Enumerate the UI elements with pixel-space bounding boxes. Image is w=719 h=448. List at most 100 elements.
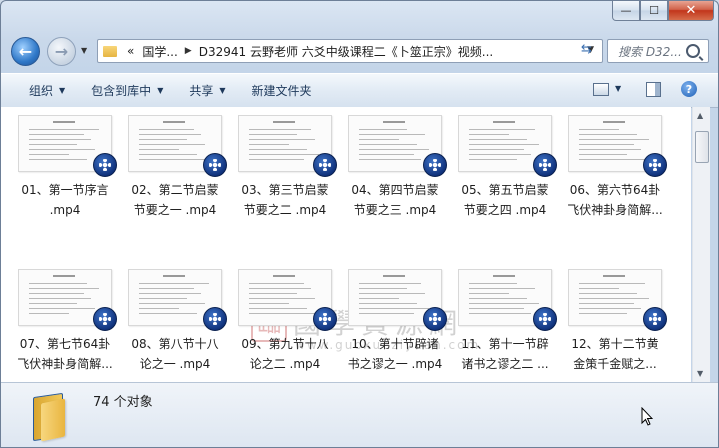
file-item[interactable]: 10、第十节辟诸 书之谬之一 .mp4: [345, 269, 447, 374]
media-player-icon: [643, 307, 667, 331]
file-name-line: 11、第十一节辟: [461, 337, 549, 351]
folder-icon: [31, 391, 75, 442]
video-thumbnail: [128, 269, 227, 331]
file-name-line: 诸书之谬之二 ...: [461, 357, 549, 371]
file-item[interactable]: 11、第十一节辟 诸书之谬之二 ...: [455, 269, 557, 374]
file-item[interactable]: 08、第八节十八 论之一 .mp4: [125, 269, 227, 374]
file-name: 05、第五节启蒙 节要之四 .mp4: [450, 180, 560, 220]
explorer-window: — ☐ ✕ ← → ▼ « 国学... ▶ D32941 云野老师 六爻中级课程…: [0, 0, 719, 448]
caption-buttons: — ☐ ✕: [612, 1, 714, 21]
breadcrumb-separator-icon[interactable]: ▶: [185, 46, 192, 56]
back-button[interactable]: ←: [11, 37, 40, 66]
minimize-button[interactable]: —: [612, 1, 640, 21]
include-library-menu[interactable]: 包含到库中 ▼: [91, 82, 163, 99]
video-thumbnail: [128, 115, 227, 177]
file-item[interactable]: 01、第一节序言 .mp4: [15, 115, 117, 220]
include-library-label: 包含到库中: [91, 84, 152, 98]
search-icon[interactable]: [686, 44, 700, 58]
file-name-line: 节要之三 .mp4: [353, 203, 437, 217]
video-thumbnail: [18, 115, 117, 177]
file-name: 11、第十一节辟 诸书之谬之二 ...: [450, 334, 560, 374]
new-folder-button[interactable]: 新建文件夹: [252, 82, 312, 99]
file-name: 06、第六节64卦 飞伏神卦身简解...: [560, 180, 670, 220]
close-button[interactable]: ✕: [668, 1, 714, 21]
media-player-icon: [533, 307, 557, 331]
file-item[interactable]: 09、第九节十八 论之二 .mp4: [235, 269, 337, 374]
file-name-line: 09、第九节十八: [241, 337, 329, 351]
media-player-icon: [203, 307, 227, 331]
file-item[interactable]: 12、第十二节黄 金策千金赋之...: [565, 269, 667, 374]
file-name-line: 12、第十二节黄: [571, 337, 659, 351]
media-player-icon: [423, 153, 447, 177]
forward-button[interactable]: →: [47, 37, 76, 66]
maximize-button[interactable]: ☐: [640, 1, 668, 21]
refresh-icon[interactable]: ⇆: [581, 42, 592, 57]
video-thumbnail: [238, 115, 337, 177]
file-item[interactable]: 07、第七节64卦 飞伏神卦身简解...: [15, 269, 117, 374]
file-item[interactable]: 04、第四节启蒙 节要之三 .mp4: [345, 115, 447, 220]
file-name-line: 论之一 .mp4: [139, 357, 211, 371]
file-name-line: 金策千金赋之...: [573, 357, 657, 371]
media-player-icon: [423, 307, 447, 331]
change-view-icon[interactable]: [593, 83, 609, 96]
media-player-icon: [203, 153, 227, 177]
chevron-down-icon: ▼: [157, 86, 164, 95]
breadcrumb-overflow[interactable]: «: [127, 44, 134, 58]
file-item[interactable]: 06、第六节64卦 飞伏神卦身简解...: [565, 115, 667, 220]
folder-icon: [103, 45, 117, 57]
organize-menu[interactable]: 组织 ▼: [29, 82, 65, 99]
view-options-dropdown-icon[interactable]: ▼: [615, 84, 621, 93]
media-player-icon: [533, 153, 557, 177]
file-name: 03、第三节启蒙 节要之二 .mp4: [230, 180, 340, 220]
preview-pane-icon[interactable]: [646, 82, 661, 97]
scroll-up-icon[interactable]: ▲: [697, 111, 703, 120]
file-name-line: 04、第四节启蒙: [351, 183, 439, 197]
help-icon[interactable]: ?: [681, 81, 697, 97]
file-name-line: 飞伏神卦身简解...: [17, 357, 113, 371]
file-name-line: .mp4: [49, 203, 81, 217]
video-thumbnail: [348, 269, 447, 331]
search-input[interactable]: 搜索 D32...: [607, 39, 709, 63]
video-thumbnail: [458, 115, 557, 177]
file-name: 09、第九节十八 论之二 .mp4: [230, 334, 340, 374]
file-name-line: 书之谬之一 .mp4: [347, 357, 443, 371]
video-thumbnail: [568, 269, 667, 331]
file-name-line: 10、第十节辟诸: [351, 337, 439, 351]
scroll-thumb[interactable]: [695, 131, 709, 163]
file-name-line: 07、第七节64卦: [19, 337, 111, 351]
share-menu[interactable]: 共享 ▼: [189, 82, 225, 99]
file-name: 04、第四节启蒙 节要之三 .mp4: [340, 180, 450, 220]
media-player-icon: [313, 307, 337, 331]
file-name-line: 节要之四 .mp4: [463, 203, 547, 217]
file-name-line: 02、第二节启蒙: [131, 183, 219, 197]
file-name-line: 论之二 .mp4: [249, 357, 321, 371]
new-folder-label: 新建文件夹: [251, 84, 312, 98]
file-name: 12、第十二节黄 金策千金赋之...: [560, 334, 670, 374]
media-player-icon: [313, 153, 337, 177]
media-player-icon: [643, 153, 667, 177]
file-item[interactable]: 03、第三节启蒙 节要之二 .mp4: [235, 115, 337, 220]
file-item[interactable]: 02、第二节启蒙 节要之一 .mp4: [125, 115, 227, 220]
video-thumbnail: [348, 115, 447, 177]
vertical-scrollbar[interactable]: ▲ ▼: [692, 107, 710, 382]
scroll-down-icon[interactable]: ▼: [697, 369, 703, 378]
share-label: 共享: [189, 84, 214, 98]
chevron-down-icon: ▼: [219, 86, 226, 95]
chevron-down-icon: ▼: [59, 86, 66, 95]
file-name: 01、第一节序言 .mp4: [10, 180, 120, 220]
video-thumbnail: [568, 115, 667, 177]
video-thumbnail: [18, 269, 117, 331]
file-name-line: 08、第八节十八: [131, 337, 219, 351]
item-count: 74 个对象: [93, 395, 153, 410]
file-name-line: 03、第三节启蒙: [241, 183, 329, 197]
command-bar: 组织 ▼ 包含到库中 ▼ 共享 ▼ 新建文件夹 ▼ ?: [1, 73, 718, 108]
navigation-bar: ← → ▼ « 国学... ▶ D32941 云野老师 六爻中级课程二《卜筮正宗…: [1, 35, 718, 67]
file-item[interactable]: 05、第五节启蒙 节要之四 .mp4: [455, 115, 557, 220]
file-list: 臨 國學資源網 www.guoxueziyuan.com 01、第一节序言.mp…: [1, 107, 691, 382]
address-bar[interactable]: « 国学... ▶ D32941 云野老师 六爻中级课程二《卜筮正宗》视频...…: [97, 39, 603, 63]
media-player-icon: [93, 153, 117, 177]
recent-pages-dropdown-icon[interactable]: ▼: [81, 46, 87, 55]
file-name: 02、第二节启蒙 节要之一 .mp4: [120, 180, 230, 220]
breadcrumb-item[interactable]: D32941 云野老师 六爻中级课程二《卜筮正宗》视频...: [199, 43, 494, 60]
breadcrumb-item[interactable]: 国学...: [142, 43, 177, 60]
